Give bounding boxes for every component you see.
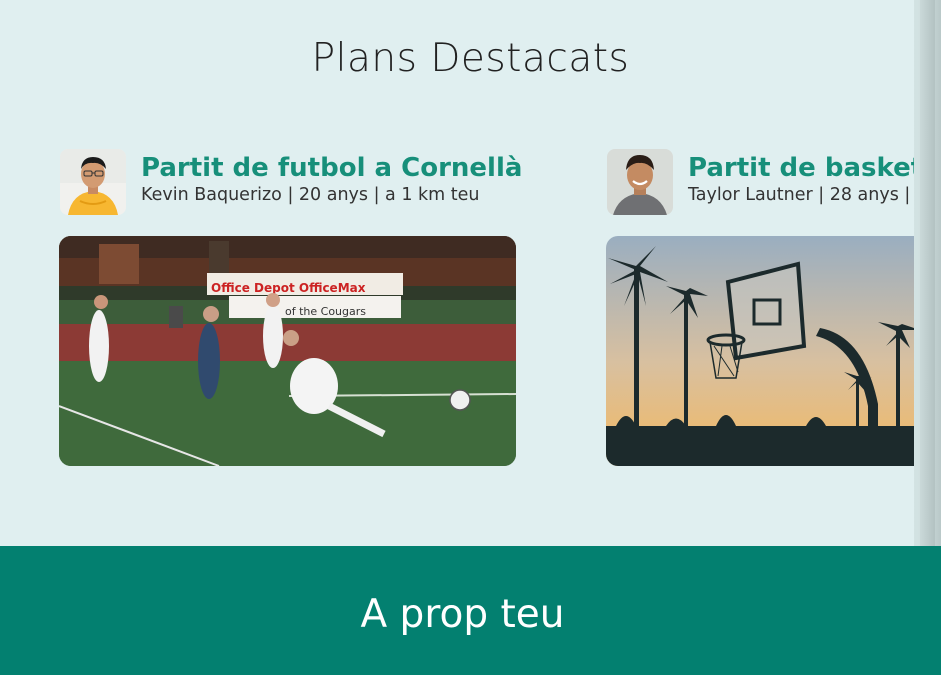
plan-card-meta: Kevin Baquerizo | 20 anys | a 1 km teu — [141, 185, 480, 205]
banner-text-1: Office Depot OfficeMax — [211, 281, 366, 295]
svg-text:Office Depot OfficeMax: Office Depot OfficeMax — [211, 281, 366, 295]
user-avatar[interactable] — [607, 149, 673, 215]
scrollbar-thumb[interactable] — [920, 0, 935, 546]
basketball-hoop-photo[interactable] — [606, 236, 941, 466]
scrollbar[interactable] — [914, 0, 941, 546]
svg-text:of the Cougars: of the Cougars — [285, 305, 366, 318]
user-avatar[interactable] — [60, 149, 126, 215]
plan-card-title[interactable]: Partit de basket e — [688, 153, 941, 183]
plan-card-title[interactable]: Partit de futbol a Cornellà — [141, 153, 522, 183]
nearby-title: A prop teu — [360, 592, 565, 637]
featured-section: Plans Destacats Partit de futbol a Corne… — [0, 0, 941, 546]
soccer-match-photo[interactable]: Office Depot OfficeMax of the Cougars — [59, 236, 516, 466]
featured-title: Plans Destacats — [311, 36, 630, 81]
plan-card-meta: Taylor Lautner | 28 anys | a 1 — [688, 185, 941, 205]
nearby-section: A prop teu — [0, 546, 941, 675]
banner-text-2: of the Cougars — [285, 305, 366, 318]
